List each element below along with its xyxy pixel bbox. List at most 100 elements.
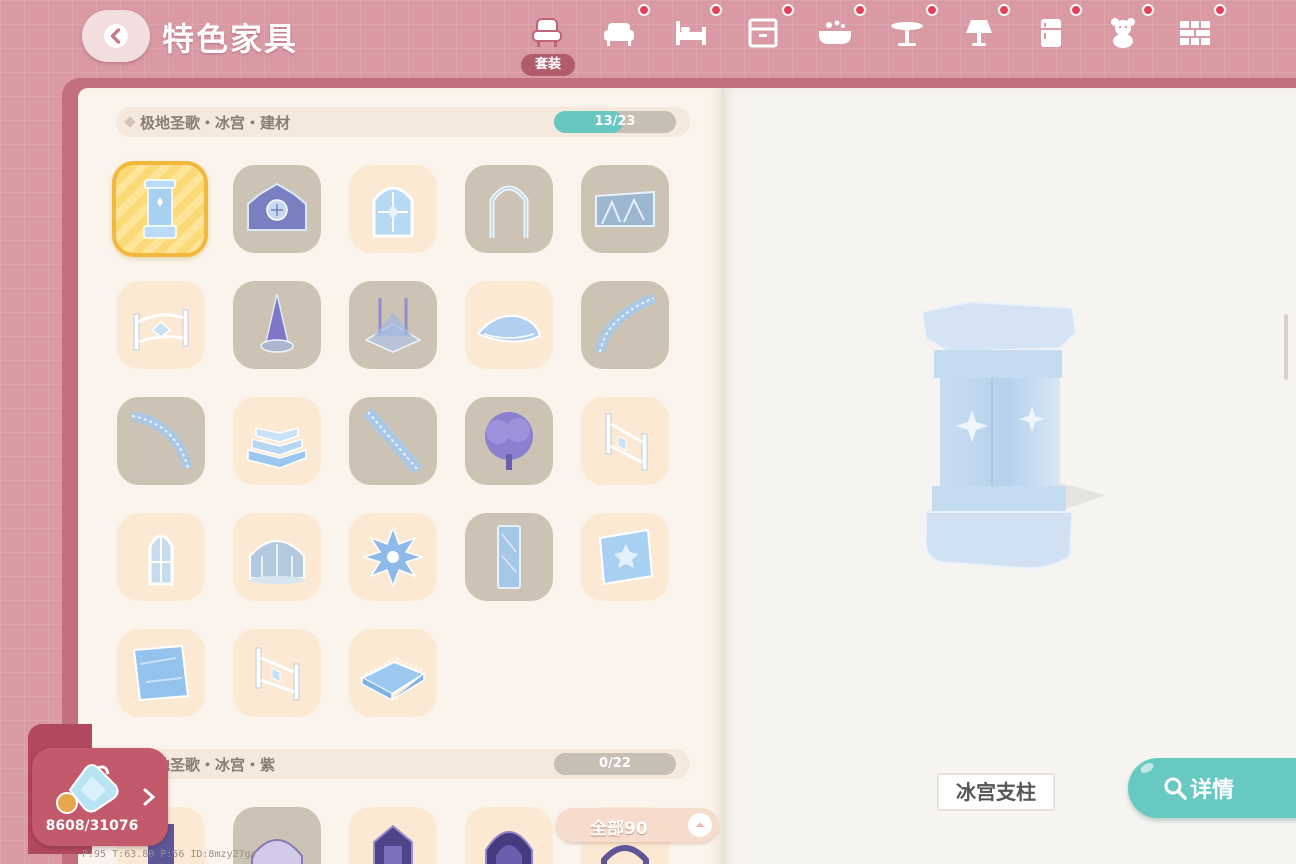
item-slot[interactable]	[581, 397, 669, 485]
ice-platform-icon	[359, 656, 427, 702]
item-slot[interactable]	[349, 807, 437, 864]
tab-wall[interactable]	[1166, 4, 1226, 56]
bathtub-icon	[819, 20, 851, 44]
fence-corner-icon	[605, 413, 648, 471]
ice-gate-icon	[247, 182, 307, 231]
debug-overlay: P:95 T:63.80 P:56 ID:8mzy27gy	[82, 849, 257, 860]
item-slot[interactable]	[112, 161, 208, 257]
item-slot[interactable]	[581, 165, 669, 253]
brick-wall-icon	[1180, 21, 1210, 45]
tab-suit[interactable]	[518, 10, 576, 56]
item-slot[interactable]	[117, 281, 205, 369]
item-slot[interactable]	[233, 629, 321, 717]
chevron-right-icon	[143, 788, 156, 806]
material-widget[interactable]: 8608/31076	[28, 724, 168, 854]
cabinet-icon	[748, 18, 778, 48]
new-dot	[710, 4, 722, 16]
ice-pillar-icon	[143, 179, 177, 239]
tab-appliance[interactable]	[1022, 4, 1082, 56]
item-slot[interactable]	[465, 807, 553, 864]
ice-wall-icon	[595, 190, 655, 227]
ice-tent-icon	[364, 298, 422, 353]
new-dot	[638, 4, 650, 16]
spiral-stairs-icon	[130, 411, 193, 470]
item-slot[interactable]	[349, 397, 437, 485]
fridge-icon	[1041, 19, 1061, 47]
item-slot[interactable]	[233, 281, 321, 369]
back-button[interactable]	[82, 10, 150, 62]
curved-stairs-icon	[595, 293, 656, 354]
active-tab-label: 套装	[521, 54, 575, 76]
new-dot	[926, 4, 938, 16]
purple-tree-icon	[485, 412, 533, 470]
ice-dome-icon	[249, 540, 305, 584]
back-arrow-icon	[104, 24, 128, 48]
item-slot[interactable]	[233, 513, 321, 601]
scrollbar[interactable]	[1284, 314, 1288, 380]
magnifier-icon	[1164, 777, 1187, 800]
item-slot[interactable]	[233, 397, 321, 485]
sofa-icon	[604, 23, 634, 46]
new-dot	[1070, 4, 1082, 16]
item-slot[interactable]	[465, 165, 553, 253]
ice-tile-icon	[598, 528, 654, 586]
material-count: 8608/31076	[45, 818, 139, 834]
purple-cabinet-icon	[373, 824, 413, 864]
purple-throne-icon	[485, 831, 533, 864]
diamond-bullet-icon	[124, 116, 136, 128]
page-title: 特色家具	[162, 20, 299, 58]
bed-icon	[676, 21, 706, 45]
chevron-up-icon	[688, 813, 712, 837]
collection-progress: 13/23	[554, 111, 676, 133]
item-slot[interactable]	[349, 165, 437, 253]
ice-steps-icon	[247, 427, 307, 469]
filter-label: 全部90	[590, 819, 648, 839]
new-dot	[1142, 4, 1154, 16]
tab-toy[interactable]	[1094, 4, 1154, 56]
progress-text: 13/23	[594, 114, 636, 129]
tab-bathroom[interactable]	[806, 4, 866, 56]
item-slot[interactable]	[117, 513, 205, 601]
item-catalog: 极地圣歌・冰宫・建材 13/23 极地圣歌・冰宫・紫 0/22	[78, 88, 722, 864]
item-slot[interactable]	[349, 629, 437, 717]
item-slot[interactable]	[117, 629, 205, 717]
new-dot	[1214, 4, 1226, 16]
tab-sofa[interactable]	[590, 4, 650, 56]
item-slot[interactable]	[465, 513, 553, 601]
new-dot	[854, 4, 866, 16]
straight-stairs-icon	[363, 408, 423, 474]
armchair-icon	[532, 18, 562, 47]
tab-bed[interactable]	[662, 4, 722, 56]
selected-item-name: 冰宫支柱	[937, 773, 1055, 811]
lamp-icon	[966, 20, 992, 46]
item-slot[interactable]	[581, 513, 669, 601]
new-dot	[782, 4, 794, 16]
filter-toggle-button[interactable]: 全部90	[556, 808, 718, 842]
table-icon	[891, 22, 923, 46]
section-header: 极地圣歌・冰宫・紫 0/22	[116, 749, 690, 779]
tab-lamp[interactable]	[950, 4, 1010, 56]
item-slot[interactable]	[349, 513, 437, 601]
item-slot[interactable]	[465, 281, 553, 369]
ice-floor-tile-icon	[132, 644, 190, 702]
teddy-bear-icon	[1111, 18, 1135, 48]
snowflake-icon	[361, 525, 425, 589]
item-slot[interactable]	[349, 281, 437, 369]
ice-pillar-model	[920, 300, 1105, 570]
item-preview[interactable]	[900, 290, 1120, 590]
item-slot[interactable]	[465, 397, 553, 485]
category-tabs	[512, 0, 1272, 80]
details-button[interactable]: 详情	[1128, 758, 1296, 818]
button-shine	[1138, 761, 1156, 775]
new-dot	[998, 4, 1010, 16]
ice-spire-icon	[260, 293, 294, 353]
tab-cabinet[interactable]	[734, 4, 794, 56]
arched-window-icon	[148, 534, 174, 586]
tab-table[interactable]	[878, 4, 938, 56]
item-slot[interactable]	[117, 397, 205, 485]
progress-text: 0/22	[599, 756, 631, 771]
item-slot[interactable]	[233, 165, 321, 253]
section-header: 极地圣歌・冰宫・建材 13/23	[116, 107, 690, 137]
item-slot[interactable]	[581, 281, 669, 369]
ice-floor-mound-icon	[476, 314, 542, 343]
